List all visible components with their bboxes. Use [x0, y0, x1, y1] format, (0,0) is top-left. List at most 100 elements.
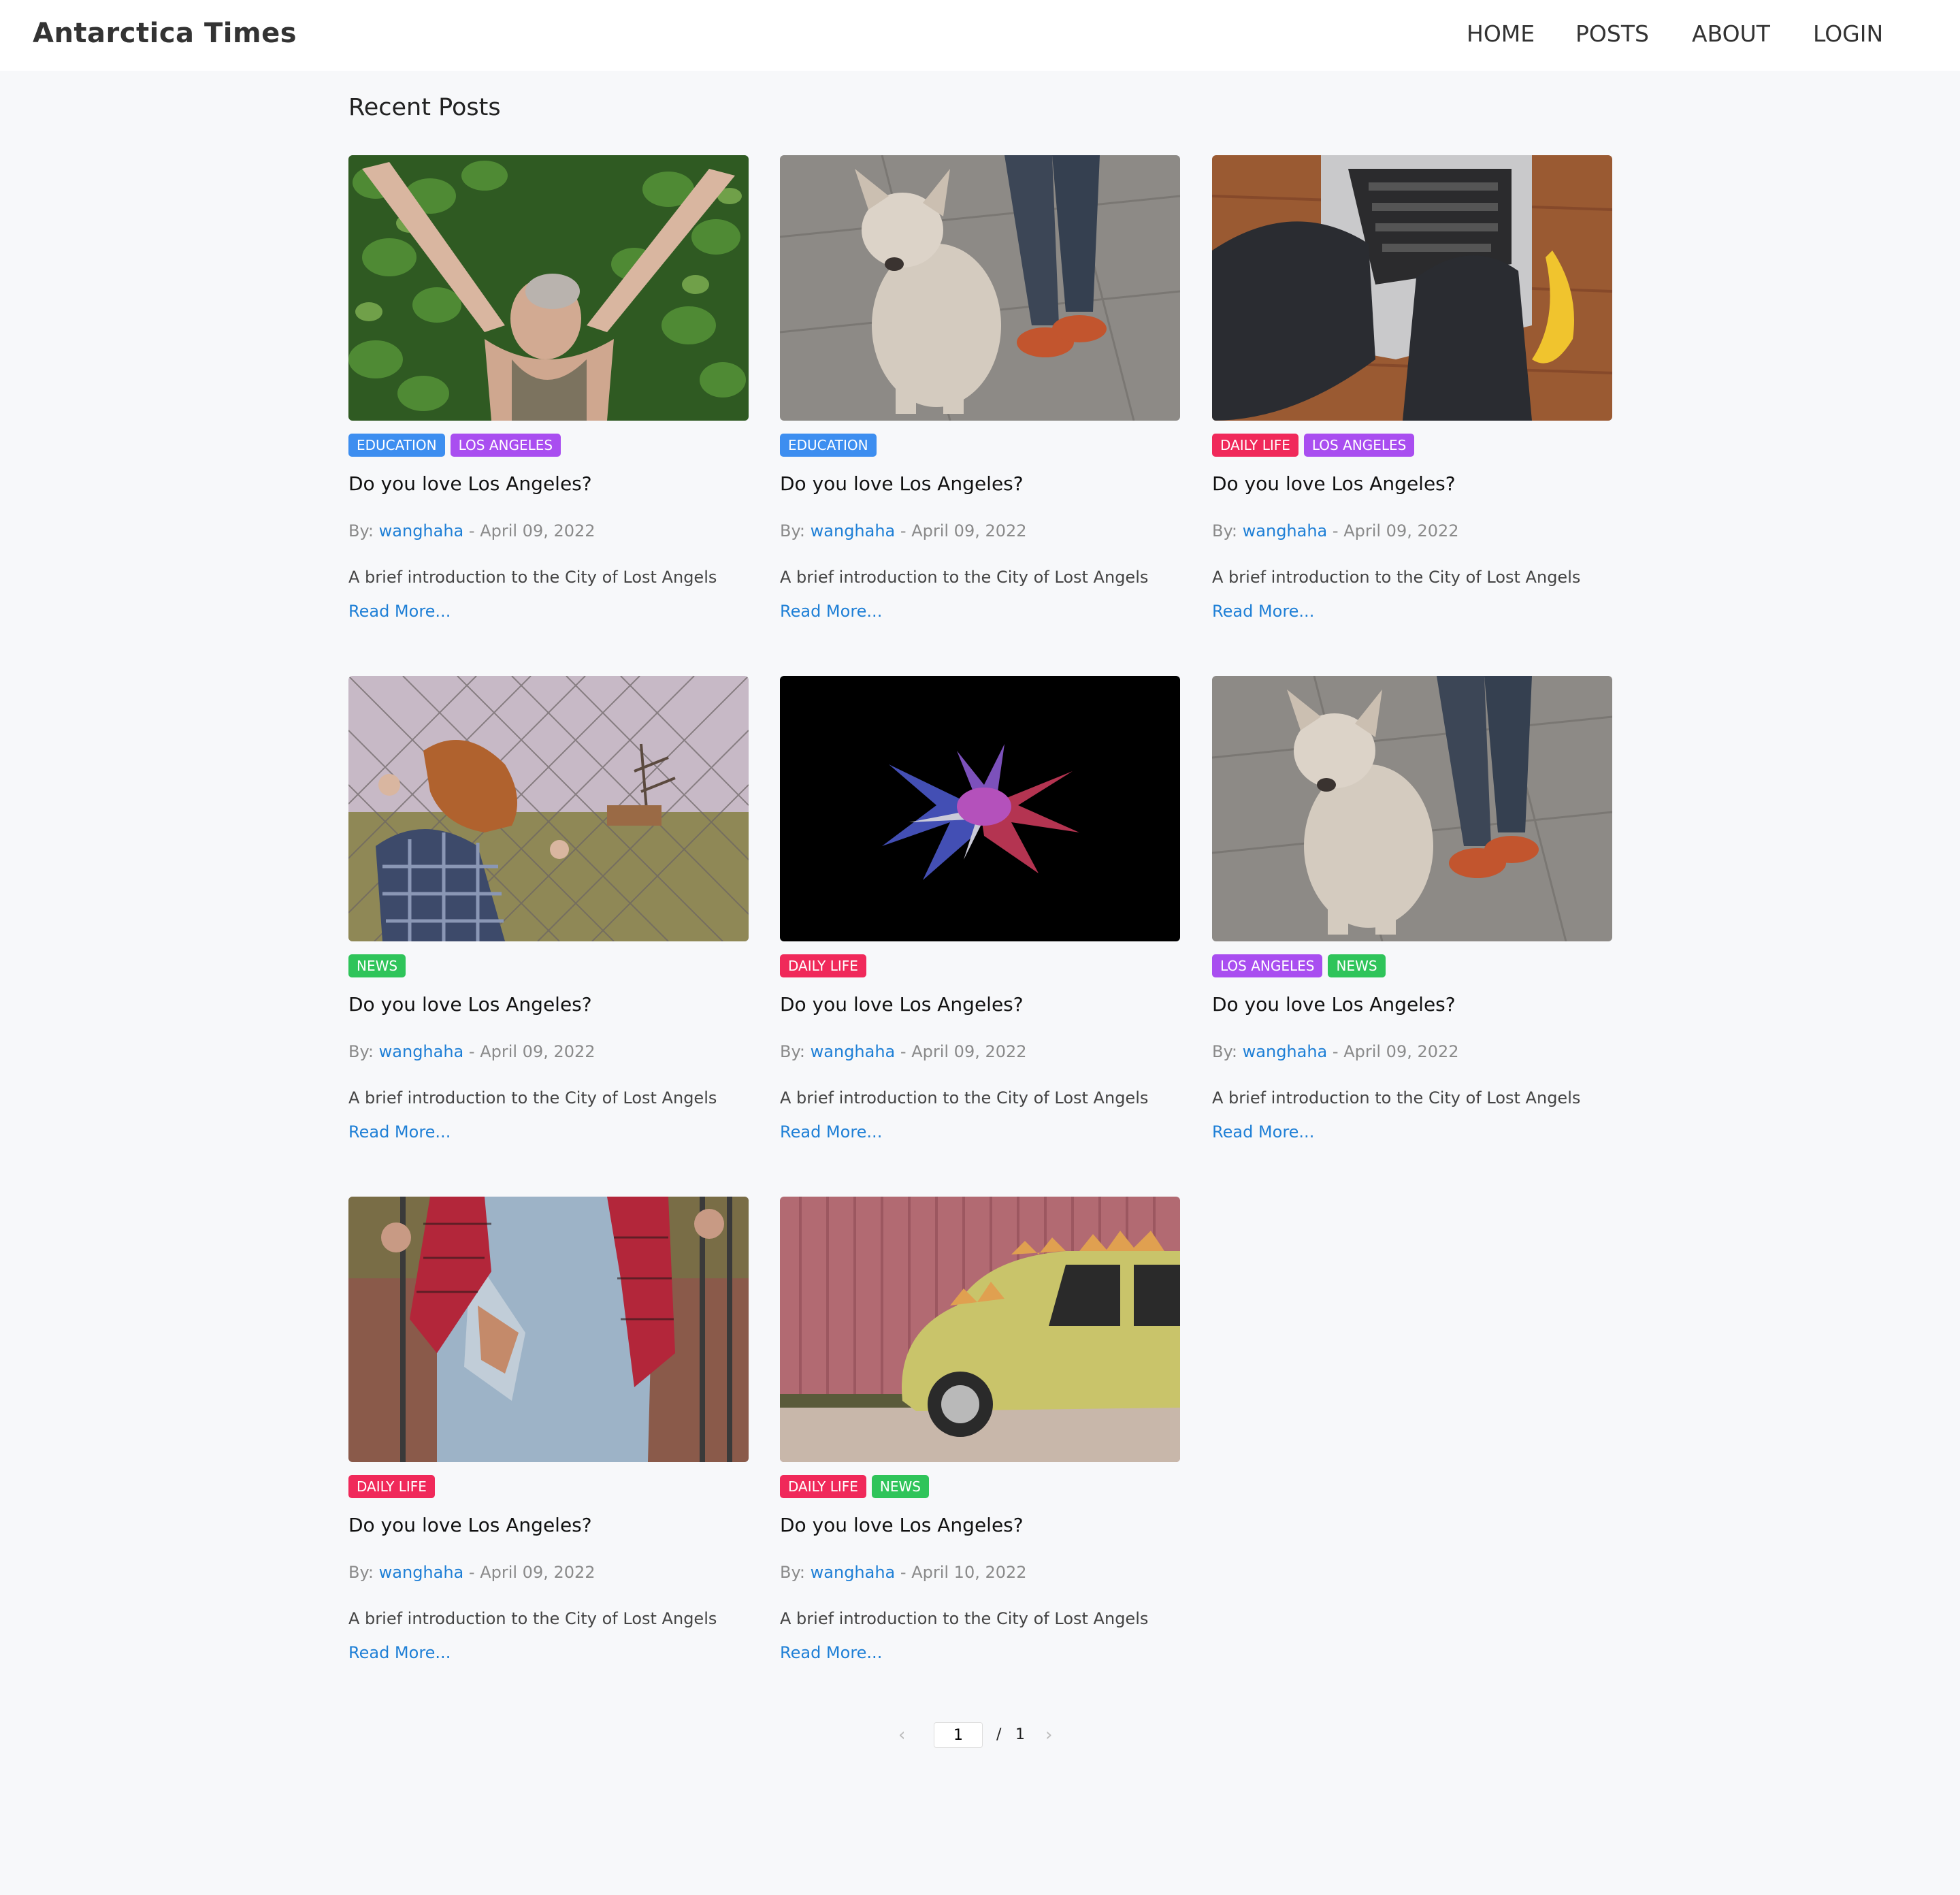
read-more-link[interactable]: Read More... [780, 1643, 882, 1662]
post-card: DAILY LIFE NEWS Do you love Los Angeles? … [780, 1197, 1180, 1673]
tag-news[interactable]: NEWS [871, 1475, 929, 1498]
read-more-link[interactable]: Read More... [348, 1122, 451, 1141]
author-link[interactable]: wanghaha [379, 1563, 464, 1582]
tag-list: NEWS [348, 954, 411, 977]
chevron-right-icon[interactable]: › [1045, 1725, 1052, 1745]
read-more-link[interactable]: Read More... [1212, 1122, 1314, 1141]
dog-sidewalk-image [1212, 676, 1612, 941]
author-link[interactable]: wanghaha [1243, 521, 1328, 540]
post-title[interactable]: Do you love Los Angeles? [348, 472, 592, 495]
post-meta: By: wanghaha - April 09, 2022 [348, 1042, 595, 1061]
post-meta: By: wanghaha - April 09, 2022 [348, 1563, 595, 1582]
post-date: April 09, 2022 [480, 1042, 595, 1061]
tag-news[interactable]: NEWS [348, 954, 406, 977]
post-thumbnail[interactable] [348, 155, 749, 421]
date-separator: - [895, 521, 912, 540]
post-card: EDUCATION Do you love Los Angeles? By: w… [780, 155, 1180, 632]
by-label: By: [348, 1042, 379, 1061]
by-label: By: [780, 1042, 811, 1061]
tag-education[interactable]: EDUCATION [348, 434, 445, 457]
nav-home[interactable]: HOME [1467, 20, 1535, 47]
author-link[interactable]: wanghaha [811, 521, 896, 540]
tag-los-angeles[interactable]: LOS ANGELES [450, 434, 561, 457]
read-more-link[interactable]: Read More... [780, 1122, 882, 1141]
post-excerpt: A brief introduction to the City of Lost… [348, 1609, 717, 1628]
post-card: DAILY LIFE Do you love Los Angeles? By: … [780, 676, 1180, 1152]
tag-list: DAILY LIFE NEWS [780, 1475, 934, 1498]
ripped-jeans-image [348, 1197, 749, 1462]
post-title[interactable]: Do you love Los Angeles? [780, 1514, 1024, 1536]
author-link[interactable]: wanghaha [379, 1042, 464, 1061]
read-more-link[interactable]: Read More... [348, 1643, 451, 1662]
ivy-wall-woman-image [348, 155, 749, 421]
tag-education[interactable]: EDUCATION [780, 434, 877, 457]
post-meta: By: wanghaha - April 09, 2022 [780, 1042, 1027, 1061]
date-separator: - [1327, 521, 1344, 540]
post-title[interactable]: Do you love Los Angeles? [780, 993, 1024, 1016]
post-thumbnail[interactable] [780, 1197, 1180, 1462]
post-title[interactable]: Do you love Los Angeles? [1212, 472, 1456, 495]
tag-daily-life[interactable]: DAILY LIFE [780, 954, 866, 977]
post-date: April 09, 2022 [911, 1042, 1027, 1061]
post-thumbnail[interactable] [1212, 155, 1612, 421]
post-thumbnail[interactable] [780, 155, 1180, 421]
post-excerpt: A brief introduction to the City of Lost… [348, 1088, 717, 1107]
post-thumbnail[interactable] [348, 1197, 749, 1462]
nav-posts[interactable]: POSTS [1575, 20, 1649, 47]
post-title[interactable]: Do you love Los Angeles? [780, 472, 1024, 495]
post-thumbnail[interactable] [348, 676, 749, 941]
nav-about[interactable]: ABOUT [1692, 20, 1770, 47]
date-separator: - [463, 1563, 480, 1582]
post-title[interactable]: Do you love Los Angeles? [1212, 993, 1456, 1016]
by-label: By: [348, 1563, 379, 1582]
post-title[interactable]: Do you love Los Angeles? [348, 993, 592, 1016]
post-card: NEWS Do you love Los Angeles? By: wangha… [348, 676, 749, 1152]
date-separator: - [895, 1042, 912, 1061]
post-thumbnail[interactable] [1212, 676, 1612, 941]
read-more-link[interactable]: Read More... [780, 602, 882, 621]
tag-los-angeles[interactable]: LOS ANGELES [1212, 954, 1323, 977]
post-thumbnail[interactable] [780, 676, 1180, 941]
post-card: LOS ANGELES NEWS Do you love Los Angeles?… [1212, 676, 1612, 1152]
post-excerpt: A brief introduction to the City of Lost… [348, 568, 717, 587]
date-separator: - [895, 1563, 912, 1582]
post-meta: By: wanghaha - April 09, 2022 [348, 521, 595, 540]
post-meta: By: wanghaha - April 10, 2022 [780, 1563, 1027, 1582]
brand-logo[interactable]: Antarctica Times [33, 18, 297, 49]
post-excerpt: A brief introduction to the City of Lost… [1212, 568, 1581, 587]
by-label: By: [1212, 521, 1243, 540]
post-date: April 09, 2022 [480, 1563, 595, 1582]
post-meta: By: wanghaha - April 09, 2022 [1212, 1042, 1459, 1061]
horse-mask-fence-image [348, 676, 749, 941]
post-date: April 09, 2022 [1343, 521, 1459, 540]
tag-los-angeles[interactable]: LOS ANGELES [1303, 434, 1415, 457]
page-separator: / [996, 1726, 1002, 1743]
post-title[interactable]: Do you love Los Angeles? [348, 1514, 592, 1536]
date-separator: - [1327, 1042, 1344, 1061]
tag-list: LOS ANGELES NEWS [1212, 954, 1391, 977]
tag-daily-life[interactable]: DAILY LIFE [348, 1475, 435, 1498]
post-date: April 09, 2022 [480, 521, 595, 540]
post-date: April 09, 2022 [911, 521, 1027, 540]
tag-daily-life[interactable]: DAILY LIFE [780, 1475, 866, 1498]
post-card: EDUCATION LOS ANGELES Do you love Los Ang… [348, 155, 749, 632]
post-date: April 09, 2022 [1343, 1042, 1459, 1061]
tag-daily-life[interactable]: DAILY LIFE [1212, 434, 1298, 457]
author-link[interactable]: wanghaha [1243, 1042, 1328, 1061]
tag-news[interactable]: NEWS [1328, 954, 1386, 977]
page-number-input[interactable] [934, 1722, 983, 1748]
pagination: ‹ / 1 › [898, 1722, 1075, 1752]
tag-list: DAILY LIFE LOS ANGELES [1212, 434, 1420, 457]
author-link[interactable]: wanghaha [811, 1042, 896, 1061]
total-pages: 1 [1015, 1726, 1025, 1743]
read-more-link[interactable]: Read More... [1212, 602, 1314, 621]
read-more-link[interactable]: Read More... [348, 602, 451, 621]
post-excerpt: A brief introduction to the City of Lost… [1212, 1088, 1581, 1107]
dog-sidewalk-image [780, 155, 1180, 421]
post-excerpt: A brief introduction to the City of Lost… [780, 568, 1149, 587]
author-link[interactable]: wanghaha [379, 521, 464, 540]
tag-list: DAILY LIFE [348, 1475, 440, 1498]
chevron-left-icon[interactable]: ‹ [898, 1725, 905, 1745]
nav-login[interactable]: LOGIN [1813, 20, 1883, 47]
author-link[interactable]: wanghaha [811, 1563, 896, 1582]
